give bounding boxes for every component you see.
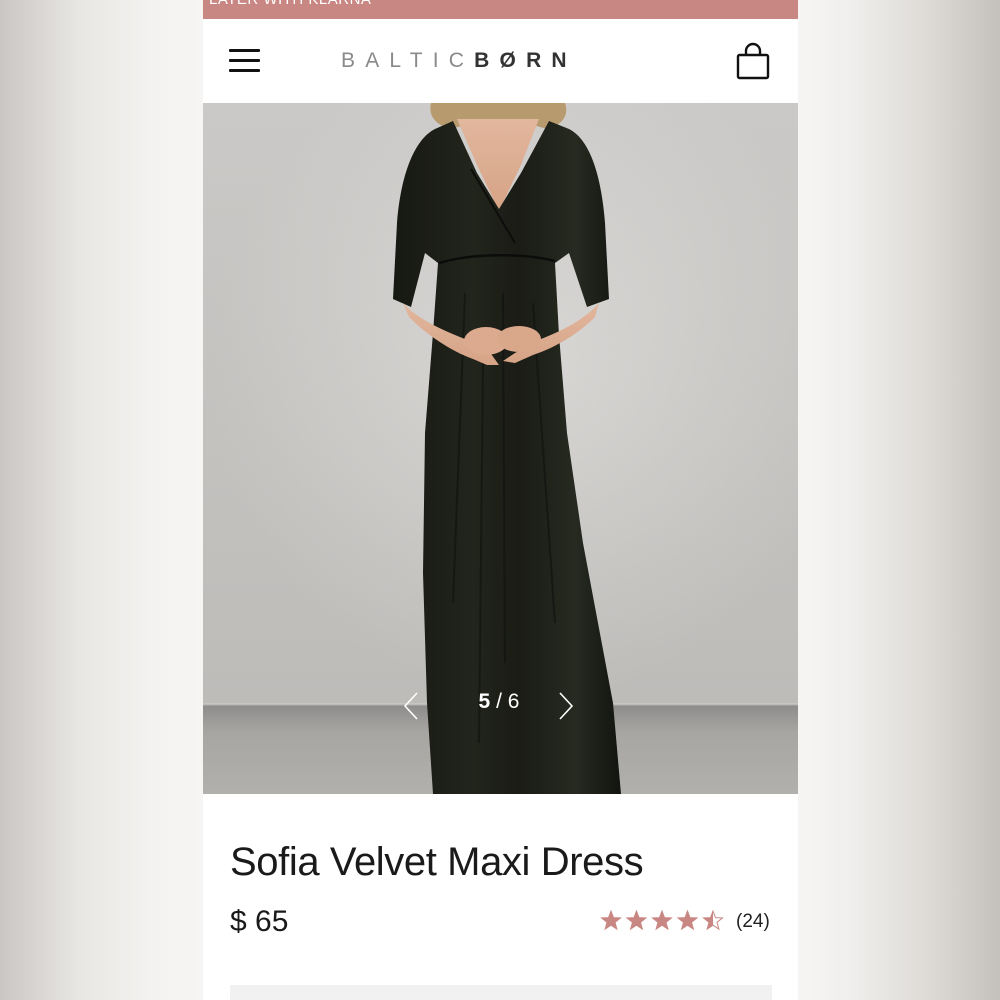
product-price: $ 65 (230, 905, 289, 938)
promo-banner[interactable]: LATER WITH KLARNA (203, 0, 798, 19)
brand-logo[interactable]: BALTICBØRN (341, 49, 577, 73)
promo-banner-text: LATER WITH KLARNA (209, 0, 371, 8)
star-full-icon (600, 909, 622, 931)
shopping-bag-icon[interactable] (734, 41, 772, 81)
site-header: BALTICBØRN (203, 19, 798, 103)
gallery-total: 6 (507, 690, 520, 713)
gallery-current: 5 (478, 690, 491, 713)
chevron-right-icon[interactable] (554, 691, 576, 721)
product-title: Sofia Velvet Maxi Dress (230, 840, 644, 884)
hamburger-menu-icon[interactable] (229, 49, 261, 73)
logo-text-light: BALTIC (341, 49, 475, 72)
gallery-counter: 5 / 6 (463, 689, 535, 715)
gallery-separator: / (490, 690, 508, 713)
review-count: (24) (736, 911, 770, 932)
product-image-gallery[interactable]: 5 / 6 (203, 103, 798, 794)
star-full-icon (625, 909, 648, 931)
star-rating-icons (600, 909, 724, 931)
mobile-page: LATER WITH KLARNA BALTICBØRN (203, 0, 798, 1000)
logo-text-dark: BØRN (474, 49, 577, 72)
star-full-icon (651, 909, 673, 931)
star-full-icon (676, 909, 699, 931)
chevron-left-icon[interactable] (401, 691, 423, 721)
next-section-panel (230, 985, 772, 1000)
star-half-icon (702, 909, 724, 931)
